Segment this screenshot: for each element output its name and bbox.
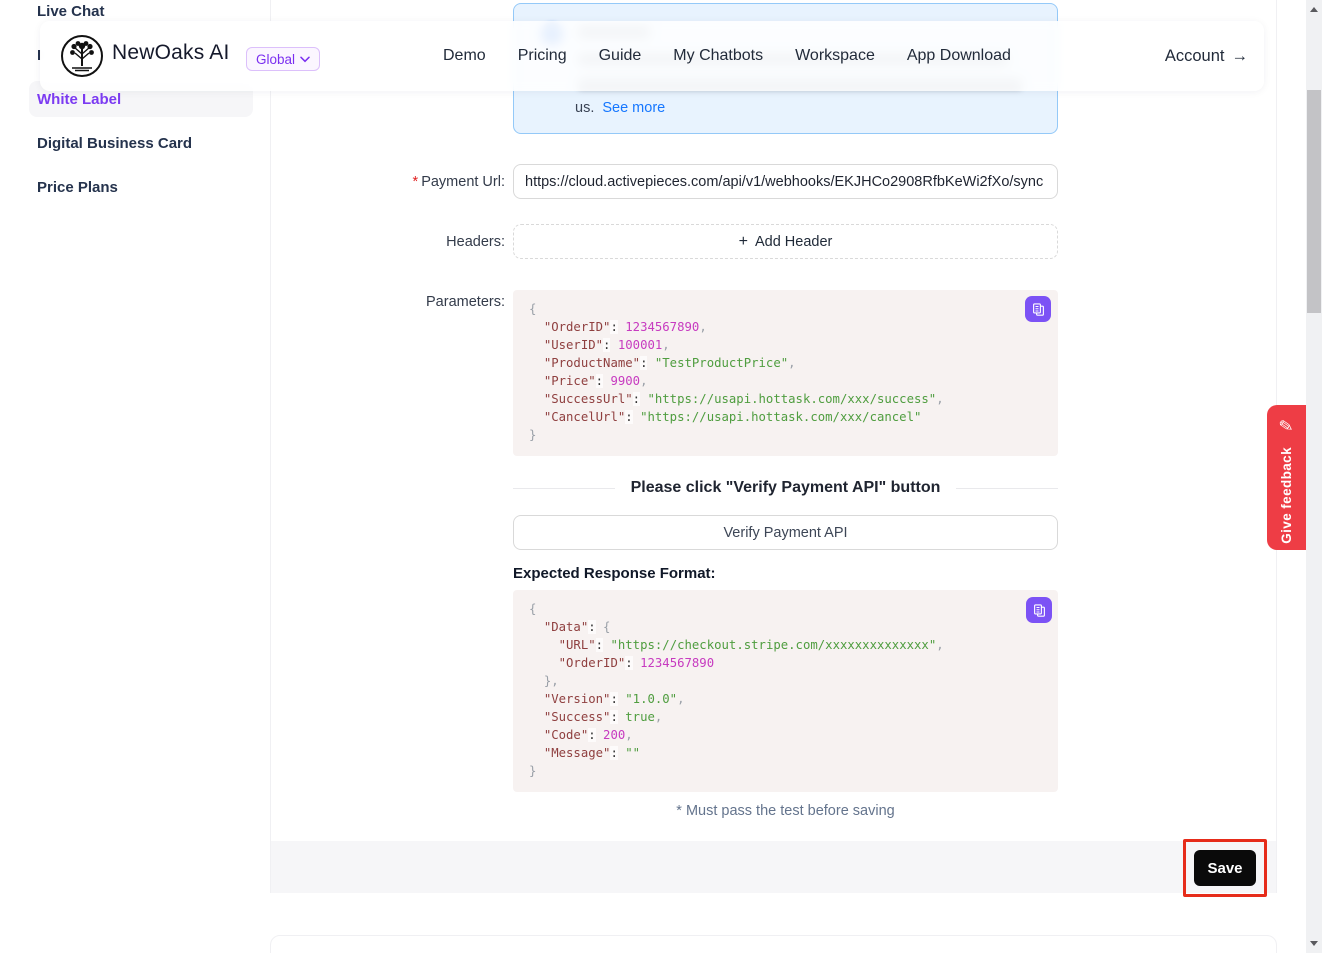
copy-icon bbox=[1031, 302, 1046, 317]
scrollbar-thumb[interactable] bbox=[1307, 90, 1321, 313]
region-label: Global bbox=[256, 52, 295, 67]
arrow-right-icon: → bbox=[1232, 47, 1249, 66]
payment-url-label: *Payment Url: bbox=[280, 174, 505, 190]
parameters-label: Parameters: bbox=[280, 294, 505, 310]
nav-item-demo[interactable]: Demo bbox=[443, 47, 486, 65]
copy-response-button[interactable] bbox=[1026, 597, 1052, 623]
plus-icon: + bbox=[739, 234, 748, 250]
must-pass-note: * Must pass the test before saving bbox=[513, 803, 1058, 819]
verify-payment-api-button[interactable]: Verify Payment API bbox=[513, 515, 1058, 550]
expected-response-code-block: { "Data": { "URL": "https://checkout.str… bbox=[513, 590, 1058, 792]
nav-item-guide[interactable]: Guide bbox=[599, 47, 642, 65]
alert-tail-text: us. bbox=[575, 100, 594, 116]
next-section-card bbox=[270, 935, 1277, 953]
scrollbar[interactable] bbox=[1306, 0, 1322, 953]
nav-item-workspace[interactable]: Workspace bbox=[795, 47, 875, 65]
sidebar-item-white-label[interactable]: White Label bbox=[37, 91, 121, 108]
expected-response-label: Expected Response Format: bbox=[513, 565, 716, 582]
required-asterisk: * bbox=[413, 174, 419, 190]
save-button[interactable]: Save bbox=[1194, 850, 1256, 886]
top-nav: NewOaks AI Global Demo Pricing Guide My … bbox=[40, 21, 1264, 91]
chevron-down-icon bbox=[300, 56, 310, 63]
see-more-link[interactable]: See more bbox=[602, 100, 665, 116]
divider-line-left bbox=[513, 488, 615, 489]
newoaks-logo-icon[interactable] bbox=[60, 34, 104, 78]
scroll-up-arrow[interactable] bbox=[1310, 7, 1318, 12]
sidebar-item-live-chat[interactable]: Live Chat bbox=[37, 3, 105, 20]
page: Live Chat I White Label Digital Business… bbox=[0, 0, 1322, 953]
sidebar-item-digital-business-card[interactable]: Digital Business Card bbox=[37, 135, 192, 152]
give-feedback-tab[interactable]: ✎ Give feedback bbox=[1267, 405, 1306, 550]
nav-item-my-chatbots[interactable]: My Chatbots bbox=[673, 47, 763, 65]
headers-label: Headers: bbox=[280, 234, 505, 250]
brand-name: NewOaks AI bbox=[112, 41, 230, 65]
sidebar-item-price-plans[interactable]: Price Plans bbox=[37, 179, 118, 196]
account-label: Account bbox=[1165, 47, 1225, 66]
parameters-code-block: { "OrderID": 1234567890, "UserID": 10000… bbox=[513, 290, 1058, 456]
nav-item-pricing[interactable]: Pricing bbox=[518, 47, 567, 65]
alert-text: us. See more bbox=[575, 100, 665, 116]
give-feedback-label: Give feedback bbox=[1279, 447, 1294, 544]
payment-url-value: https://cloud.activepieces.com/api/v1/we… bbox=[525, 174, 1043, 190]
divider-text: Please click "Verify Payment API" button bbox=[631, 479, 941, 497]
verify-divider: Please click "Verify Payment API" button bbox=[513, 477, 1058, 499]
add-header-label: Add Header bbox=[755, 234, 832, 250]
copy-icon bbox=[1032, 603, 1047, 618]
nav-links: Demo Pricing Guide My Chatbots Workspace… bbox=[443, 21, 1011, 91]
pencil-icon: ✎ bbox=[1278, 416, 1296, 438]
form-footer bbox=[271, 841, 1276, 893]
add-header-button[interactable]: + Add Header bbox=[513, 224, 1058, 259]
copy-parameters-button[interactable] bbox=[1025, 296, 1051, 322]
nav-item-app-download[interactable]: App Download bbox=[907, 47, 1011, 65]
divider-line-right bbox=[956, 488, 1058, 489]
scroll-down-arrow[interactable] bbox=[1310, 941, 1318, 946]
account-link[interactable]: Account → bbox=[1165, 21, 1248, 91]
payment-url-input[interactable]: https://cloud.activepieces.com/api/v1/we… bbox=[513, 164, 1058, 199]
region-selector[interactable]: Global bbox=[246, 47, 320, 71]
